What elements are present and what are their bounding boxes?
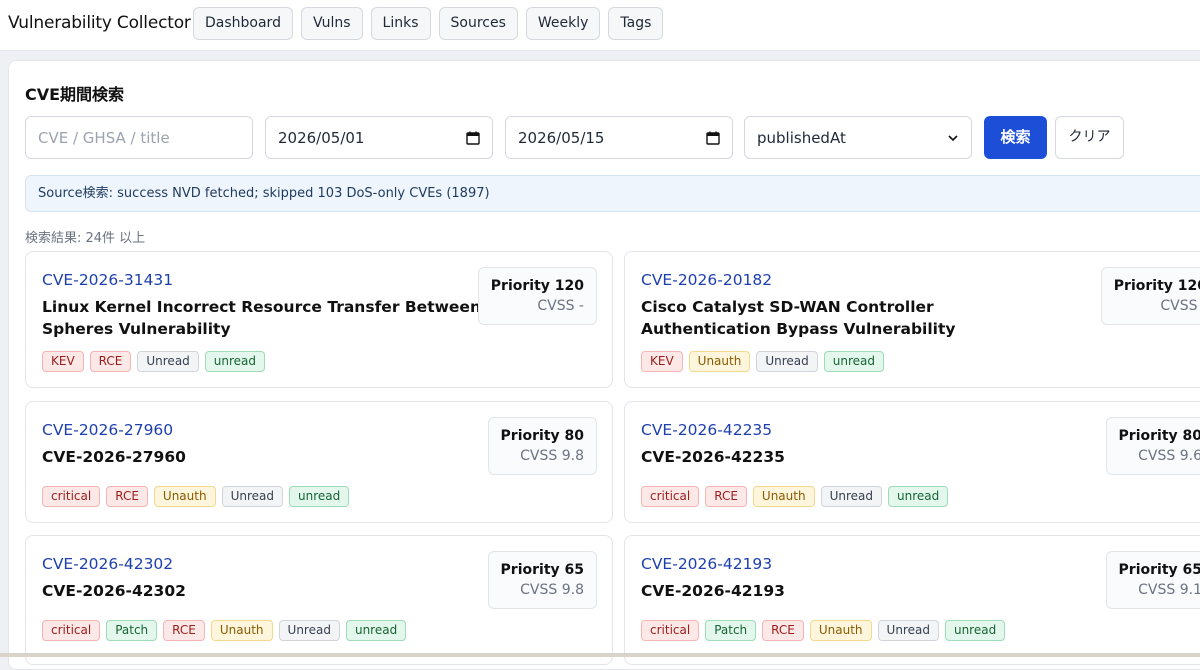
tag-patch[interactable]: Patch [106,620,158,641]
date-field-select[interactable]: publishedAt [744,116,972,159]
date-from-field[interactable]: 2026/05/01 [265,116,493,159]
tag-list: critical Patch RCE Unauth Unread unread [641,620,1006,641]
tag-unread[interactable]: unread [345,620,407,641]
cvss-value: CVSS - [1160,298,1200,314]
cve-title: CVE-2026-27960 [42,448,186,466]
chevron-down-icon [948,134,958,141]
tag-unread-status[interactable]: Unread [278,620,340,641]
tag-unread[interactable]: unread [888,486,949,507]
tag-unauth[interactable]: Unauth [809,620,872,641]
cve-id-link[interactable]: CVE-2026-42235 [641,421,772,439]
cve-id-link[interactable]: CVE-2026-27960 [42,421,173,439]
tag-unauth[interactable]: Unauth [688,351,751,372]
tag-unread[interactable]: unread [944,620,1006,641]
tag-list: KEV Unauth Unread unread [641,351,884,372]
tag-unauth[interactable]: Unauth [153,486,216,507]
tag-unread[interactable]: unread [823,351,884,372]
cve-id-link[interactable]: CVE-2026-20182 [641,271,772,289]
vuln-card[interactable]: CVE-2026-27960 CVE-2026-27960 Priority 8… [25,401,613,523]
cve-title: Linux Kernel Incorrect Resource Transfer… [42,298,481,338]
tag-rce[interactable]: RCE [163,620,205,641]
query-field[interactable] [25,116,253,159]
cvss-value: CVSS 9.1 [1138,582,1200,598]
vuln-card[interactable]: CVE-2026-31431 Linux Kernel Incorrect Re… [25,251,613,388]
date-to-value: 2026/05/15 [518,128,605,147]
nav-dashboard[interactable]: Dashboard [193,7,293,40]
nav-sources[interactable]: Sources [438,7,518,40]
main-nav: Dashboard Vulns Links Sources Weekly Tag… [193,7,664,40]
priority-box: Priority 120 CVSS - [477,267,597,325]
tag-unread-status[interactable]: Unread [877,620,939,641]
date-field-value: publishedAt [757,128,846,147]
tag-unauth[interactable]: Unauth [210,620,273,641]
cvss-value: CVSS 9.6 [1138,448,1200,464]
priority-value: Priority 65 [500,562,584,578]
tag-rce[interactable]: RCE [106,486,148,507]
cvss-value: CVSS 9.8 [520,582,584,598]
tag-unread-status[interactable]: Unread [820,486,882,507]
result-count: 検索結果: 24件 以上 [25,231,146,246]
cve-id-link[interactable]: CVE-2026-42302 [42,555,173,573]
cvss-value: CVSS - [537,298,584,314]
tag-critical[interactable]: critical [42,620,101,641]
calendar-icon[interactable] [706,131,720,145]
nav-tags[interactable]: Tags [608,7,664,40]
tag-critical[interactable]: critical [641,486,700,507]
clear-button[interactable]: クリア [1055,116,1124,159]
nav-links[interactable]: Links [370,7,431,40]
window-bottom-edge [0,653,1200,657]
priority-value: Priority 120 [490,278,584,294]
query-input[interactable] [38,128,240,147]
cve-id-link[interactable]: CVE-2026-31431 [42,271,173,289]
priority-box: Priority 65 CVSS 9.8 [487,551,597,609]
tag-unread[interactable]: unread [204,351,266,372]
tag-list: critical Patch RCE Unauth Unread unread [42,620,407,641]
priority-value: Priority 80 [1118,428,1200,444]
vuln-card[interactable]: CVE-2026-42302 CVE-2026-42302 Priority 6… [25,535,613,665]
tag-patch[interactable]: Patch [705,620,757,641]
search-panel: CVE期間検索 2026/05/01 2026/05/15 publishedA… [8,60,1200,670]
tag-rce[interactable]: RCE [89,351,132,372]
tag-list: critical RCE Unauth Unread unread [641,486,949,507]
tag-rce[interactable]: RCE [705,486,747,507]
tag-unread-status[interactable]: Unread [756,351,818,372]
cve-title: Cisco Catalyst SD-WAN Controller Authent… [641,298,956,338]
tag-list: KEV RCE Unread unread [42,351,266,372]
tag-unread[interactable]: unread [289,486,350,507]
cve-id-link[interactable]: CVE-2026-42193 [641,555,772,573]
tag-unread-status[interactable]: Unread [137,351,199,372]
cve-title: CVE-2026-42235 [641,448,785,466]
priority-box: Priority 80 CVSS 9.6 [1105,417,1200,475]
tag-critical[interactable]: critical [42,486,101,507]
cve-title: CVE-2026-42193 [641,582,785,600]
tag-list: critical RCE Unauth Unread unread [42,486,350,507]
cvss-value: CVSS 9.8 [520,448,584,464]
tag-critical[interactable]: critical [641,620,700,641]
tag-rce[interactable]: RCE [762,620,804,641]
search-button[interactable]: 検索 [984,116,1047,159]
priority-value: Priority 65 [1118,562,1200,578]
priority-box: Priority 65 CVSS 9.1 [1105,551,1200,609]
priority-value: Priority 80 [500,428,584,444]
priority-box: Priority 120 CVSS - [1100,267,1200,325]
app-title: Vulnerability Collector [8,13,191,33]
calendar-icon[interactable] [466,131,480,145]
section-title: CVE期間検索 [25,85,125,104]
cve-title: CVE-2026-42302 [42,582,186,600]
nav-weekly[interactable]: Weekly [525,7,601,40]
nav-vulns[interactable]: Vulns [300,7,363,40]
source-info-bar: Source検索: success NVD fetched; skipped 1… [25,175,1200,212]
priority-value: Priority 120 [1113,278,1200,294]
tag-unauth[interactable]: Unauth [752,486,815,507]
vuln-card[interactable]: CVE-2026-42193 CVE-2026-42193 Priority 6… [624,535,1200,665]
vuln-card[interactable]: CVE-2026-20182 Cisco Catalyst SD-WAN Con… [624,251,1200,388]
date-from-value: 2026/05/01 [278,128,365,147]
date-to-field[interactable]: 2026/05/15 [505,116,733,159]
tag-kev[interactable]: KEV [641,351,683,372]
vuln-card[interactable]: CVE-2026-42235 CVE-2026-42235 Priority 8… [624,401,1200,523]
tag-kev[interactable]: KEV [42,351,84,372]
priority-box: Priority 80 CVSS 9.8 [487,417,597,475]
tag-unread-status[interactable]: Unread [221,486,283,507]
top-bar: Vulnerability Collector Dashboard Vulns … [0,0,1200,51]
